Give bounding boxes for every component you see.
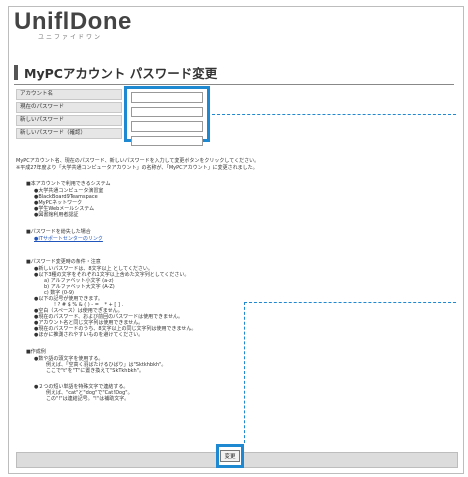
system-item: ●図書館利用者認証	[34, 212, 79, 218]
example-heading: ■作成例	[26, 349, 46, 355]
input-highlight-box	[124, 86, 210, 146]
current-password-input[interactable]	[131, 106, 203, 117]
account-name-input[interactable]	[131, 92, 203, 103]
example-item: この"!"は連結記号。"!"は補助文字。	[46, 396, 130, 402]
new-password-input[interactable]	[131, 121, 203, 132]
instruction-line-2: ※平成27年度より「大学共通コンピュータアカウント」の名称が、「MyPCアカウン…	[16, 165, 258, 171]
change-button[interactable]: 変更	[220, 450, 240, 462]
label-account: アカウント名	[16, 89, 122, 100]
example-item: ここで"t"を"T"に置き換えて"SkTkhbkh"。	[46, 368, 144, 374]
label-current-password: 現在のパスワード	[16, 102, 122, 113]
title-divider	[14, 84, 454, 85]
condition-item: ●ほかに推測されやすいものを避けてください。	[34, 332, 144, 338]
logo: UniflDone ユニファイドワン	[14, 8, 132, 41]
title-bar-marker	[14, 64, 18, 80]
callout-line-button-vertical	[244, 302, 245, 443]
instruction-line-1: MyPCアカウント名、現在のパスワード、新しいパスワードを入力して変更ボタンをク…	[16, 158, 260, 164]
page-title: MyPCアカウント パスワード変更	[14, 63, 217, 81]
label-confirm-password: 新しいパスワード（確認）	[16, 128, 122, 139]
confirm-password-input[interactable]	[131, 135, 203, 146]
password-form-labels: アカウント名 現在のパスワード 新しいパスワード 新しいパスワード（確認）	[16, 89, 122, 141]
callout-line-inputs	[212, 114, 456, 115]
submit-highlight-box: 変更	[216, 444, 244, 468]
systems-heading: ■本アカウントで利用できるシステム	[26, 181, 111, 187]
forgot-heading: ■パスワードを紛失した場合	[26, 229, 91, 235]
it-support-link[interactable]: ●ITサポートセンターのリンク	[34, 236, 103, 242]
callout-line-button-horizontal	[244, 302, 456, 303]
page-title-text: MyPCアカウント パスワード変更	[24, 65, 218, 81]
label-new-password: 新しいパスワード	[16, 115, 122, 126]
conditions-heading: ■パスワード変更時の条件・注意	[26, 259, 101, 265]
